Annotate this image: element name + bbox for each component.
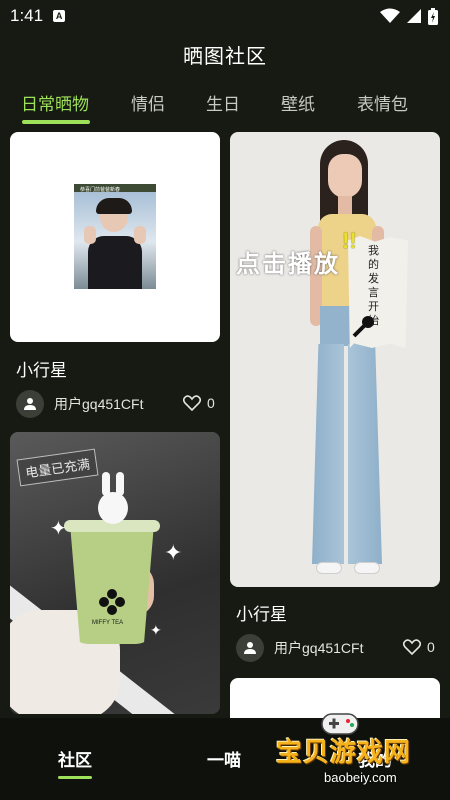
wifi-icon <box>380 8 400 23</box>
site-watermark: 宝贝游戏网 baobeiy.com <box>270 700 450 795</box>
battery-sticker: 电量已充满 <box>16 448 99 487</box>
tab-birthday[interactable]: 生日 <box>206 90 240 115</box>
flower-icon <box>99 589 125 615</box>
post-card-2[interactable]: 点击播放 我的发言开始 !! <box>230 132 440 587</box>
page-title: 晒图社区 <box>183 46 267 68</box>
like-count: 0 <box>427 639 435 655</box>
like-button-2[interactable]: 0 <box>403 639 435 655</box>
watermark-main: 宝贝游戏网 <box>276 737 412 767</box>
status-bar: 1:41 A <box>0 0 450 32</box>
tab-couple[interactable]: 情侣 <box>131 90 165 115</box>
tab-wallpaper[interactable]: 壁纸 <box>281 90 315 115</box>
like-button-1[interactable]: 0 <box>183 395 215 411</box>
active-nav-indicator <box>58 776 92 779</box>
post-card-1[interactable]: 恭喜门前爸爸新春 <box>10 132 220 342</box>
watermark-url: baobeiy.com <box>324 770 397 785</box>
sparkle-icon: ✦ <box>164 540 183 565</box>
battery-icon <box>428 7 438 25</box>
username: 用户gq451CFt <box>54 396 144 412</box>
username: 用户gq451CFt <box>274 640 364 656</box>
tab-stickers[interactable]: 表情包 <box>357 90 408 115</box>
nav-community[interactable]: 社区 <box>58 746 92 771</box>
user-icon <box>244 642 256 654</box>
heart-icon <box>403 639 421 655</box>
user-icon <box>24 398 36 410</box>
like-count: 0 <box>207 395 215 411</box>
post-author-2[interactable]: 用户gq451CFt <box>236 634 363 662</box>
active-tab-indicator <box>22 120 90 124</box>
signal-icon <box>407 9 421 23</box>
nav-yimiao[interactable]: 一喵 <box>207 746 241 771</box>
video-overlay-text: 点击播放 <box>236 251 340 278</box>
post-author-1[interactable]: 用户gq451CFt <box>16 390 143 418</box>
post-image-3: 电量已充满 MIFFY TEA ✦ ✦ ✦ <box>10 432 220 714</box>
post-caption-2: 小行星 <box>236 605 287 624</box>
heart-icon <box>183 395 201 411</box>
status-time: 1:41 <box>10 6 44 25</box>
tab-daily[interactable]: 日常晒物 <box>21 90 89 115</box>
sparkle-icon: ✦ <box>150 622 162 638</box>
post-image-1: 恭喜门前爸爸新春 <box>74 184 156 289</box>
notification-icon: A <box>53 10 66 22</box>
sparkle-icon: ✦ <box>50 518 67 540</box>
cup-brand: MIFFY TEA <box>92 620 124 626</box>
paper-sticker: 我的发言开始 <box>348 236 408 348</box>
post-image-2: 点击播放 我的发言开始 !! <box>230 132 440 587</box>
exclamation-icon: !! <box>342 228 357 253</box>
post-caption-1: 小行星 <box>16 361 67 380</box>
avatar <box>16 390 44 418</box>
post-card-3[interactable]: 电量已充满 MIFFY TEA ✦ ✦ ✦ <box>10 432 220 714</box>
photo-caption: 恭喜门前爸爸新春 <box>80 187 121 193</box>
microphone-icon <box>352 316 374 338</box>
avatar <box>236 634 264 662</box>
category-tabs: 日常晒物 情侣 生日 壁纸 表情包 <box>0 86 450 124</box>
